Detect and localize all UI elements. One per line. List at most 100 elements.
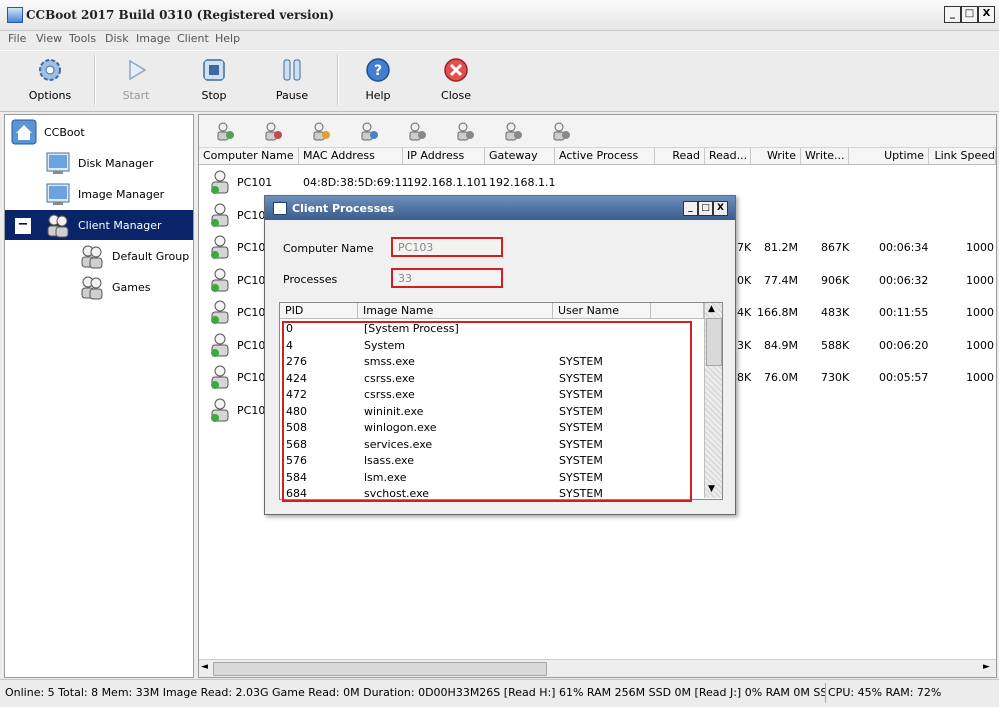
- tree-label-ccboot: CCBoot: [44, 126, 85, 139]
- shutdown-client-icon[interactable]: [455, 121, 475, 141]
- cell-link-speed: 1000: [966, 273, 994, 287]
- cell-link-speed: 1000: [966, 338, 994, 352]
- client-pc-icon: [211, 203, 229, 227]
- cell-write: 76.0M: [764, 371, 798, 384]
- col-gateway[interactable]: Gateway: [485, 148, 555, 164]
- col-pid[interactable]: PID: [280, 303, 358, 319]
- tree-item-ccboot[interactable]: CCBoot: [5, 117, 193, 147]
- pause-icon: [283, 59, 301, 81]
- dialog-title-bar: Client Processes _ □ X: [265, 196, 735, 220]
- menu-help[interactable]: Help: [215, 32, 240, 45]
- menu-disk[interactable]: Disk: [105, 32, 129, 45]
- cell-read-speed: 3K: [737, 338, 752, 352]
- minimize-button[interactable]: _: [944, 6, 961, 23]
- close-button[interactable]: Close: [426, 57, 486, 109]
- computer-name-field[interactable]: PC103: [391, 237, 503, 257]
- client-toolbar: [199, 115, 996, 148]
- cell-computer-name: PC10: [237, 306, 266, 319]
- table-row[interactable]: PC101 04:8D:38:5D:69:11 192.168.1.101 192.1…: [199, 166, 996, 198]
- processes-count-field[interactable]: 33: [391, 268, 503, 288]
- col-computer-name[interactable]: Computer Name: [199, 148, 299, 164]
- col-mac-address[interactable]: MAC Address: [299, 148, 403, 164]
- menu-tools[interactable]: Tools: [69, 32, 96, 45]
- tree-item-disk-manager[interactable]: Disk Manager: [5, 148, 193, 178]
- svg-text:?: ?: [374, 63, 382, 79]
- clients-icon: [47, 214, 69, 238]
- close-window-button[interactable]: X: [978, 6, 995, 23]
- col-link-speed[interactable]: Link Speed: [929, 148, 996, 164]
- col-image-name[interactable]: Image Name: [358, 303, 553, 319]
- toolbar: Options Start Stop Pause ? Help Close: [0, 50, 999, 112]
- restart-client-icon[interactable]: [503, 121, 523, 141]
- client-pc-icon: [211, 333, 229, 357]
- process-list: PID Image Name User Name 0 [System Proces…: [279, 302, 723, 502]
- options-button[interactable]: Options: [20, 57, 80, 109]
- menu-client[interactable]: Client: [177, 32, 209, 45]
- group-icon: [81, 245, 103, 269]
- stop-label: Stop: [201, 89, 227, 102]
- tree-item-client-manager[interactable]: − Client Manager: [5, 210, 193, 240]
- dialog-maximize-button[interactable]: □: [698, 201, 713, 216]
- stop-icon: [203, 59, 225, 81]
- tree-label-disk-manager: Disk Manager: [78, 157, 154, 170]
- scroll-thumb[interactable]: [706, 318, 722, 366]
- tree-item-image-manager[interactable]: Image Manager: [5, 179, 193, 209]
- maximize-button[interactable]: □: [961, 6, 978, 23]
- client-pc-icon: [211, 300, 229, 324]
- col-user-name[interactable]: User Name: [553, 303, 651, 319]
- cell-write-speed: 483K: [821, 306, 850, 319]
- stop-button[interactable]: Stop: [184, 57, 244, 109]
- col-read-speed[interactable]: Read...: [705, 148, 751, 164]
- client-settings-icon[interactable]: [551, 121, 571, 141]
- col-active-process[interactable]: Active Process: [555, 148, 655, 164]
- tree-item-games[interactable]: Games: [5, 272, 193, 302]
- toolbar-separator: [337, 55, 339, 105]
- cell-read-speed: 7K: [737, 241, 752, 254]
- col-read[interactable]: Read: [655, 148, 705, 164]
- scroll-right-icon[interactable]: ►: [983, 662, 990, 672]
- menu-file[interactable]: File: [8, 32, 26, 45]
- edit-client-icon[interactable]: [311, 121, 331, 141]
- dialog-close-button[interactable]: X: [713, 201, 728, 216]
- col-ip-address[interactable]: IP Address: [403, 148, 485, 164]
- cell-computer-name: PC10: [237, 338, 266, 352]
- scroll-thumb[interactable]: [213, 662, 547, 676]
- process-highlight-box: [282, 321, 692, 502]
- tree-item-default-group[interactable]: Default Group: [5, 241, 193, 271]
- group-icon: [81, 276, 103, 300]
- col-write-speed[interactable]: Write...: [801, 148, 849, 164]
- processes-label: Processes: [283, 273, 338, 286]
- cell-computer-name: PC10: [237, 403, 266, 417]
- cell-uptime: 00:06:32: [879, 273, 929, 287]
- remove-client-icon[interactable]: [263, 121, 283, 141]
- horizontal-scrollbar[interactable]: ◄ ►: [199, 659, 996, 677]
- scroll-left-icon[interactable]: ◄: [201, 662, 208, 672]
- pause-button[interactable]: Pause: [262, 57, 322, 109]
- status-bar: Online: 5 Total: 8 Mem: 33M Image Read: …: [0, 679, 999, 707]
- help-icon: ?: [366, 58, 390, 82]
- cell-read-speed: 4K: [737, 306, 752, 319]
- cell-gateway: 192.168.1.1: [489, 176, 556, 189]
- close-label: Close: [441, 89, 471, 102]
- dialog-minimize-button[interactable]: _: [683, 201, 698, 216]
- menu-image[interactable]: Image: [136, 32, 170, 45]
- col-write[interactable]: Write: [751, 148, 801, 164]
- col-uptime[interactable]: Uptime: [849, 148, 929, 164]
- scroll-up-icon[interactable]: ▲: [708, 304, 715, 314]
- help-button[interactable]: ? Help: [348, 57, 408, 109]
- add-client-icon[interactable]: [215, 121, 235, 141]
- scroll-down-icon[interactable]: ▼: [708, 484, 715, 494]
- boot-client-icon[interactable]: [407, 121, 427, 141]
- cell-uptime: 00:06:34: [879, 241, 929, 254]
- menu-view[interactable]: View: [36, 32, 62, 45]
- tree-label-games: Games: [112, 281, 151, 294]
- start-button[interactable]: Start: [106, 57, 166, 109]
- play-icon: [129, 59, 147, 81]
- collapse-toggle[interactable]: −: [15, 218, 31, 234]
- close-circle-icon: [444, 58, 468, 82]
- cell-uptime: 00:05:57: [879, 371, 929, 384]
- navigation-tree: CCBoot Disk Manager Image Manager − Clie…: [4, 114, 194, 678]
- cell-read-speed: 8K: [737, 371, 752, 384]
- search-client-icon[interactable]: [359, 121, 379, 141]
- vertical-scrollbar[interactable]: ▲ ▼: [704, 303, 722, 498]
